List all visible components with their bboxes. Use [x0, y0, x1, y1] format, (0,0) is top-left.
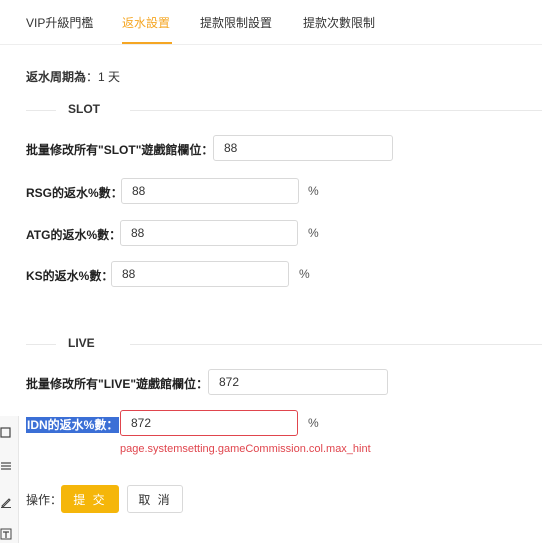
pen-icon[interactable]	[0, 496, 14, 510]
atg-rebate-input[interactable]	[120, 220, 298, 246]
slot-batch-label: 批量修改所有"SLOT"遊戲館欄位：	[26, 143, 214, 157]
slot-section-divider: SLOT	[26, 102, 542, 118]
slot-batch-row: 批量修改所有"SLOT"遊戲館欄位：	[26, 135, 396, 161]
tab-rebate-settings[interactable]: 返水設置	[122, 14, 170, 31]
tab-withdrawal-limit[interactable]: 提款限制設置	[200, 14, 272, 31]
text-icon[interactable]	[0, 528, 14, 542]
percent-unit: %	[308, 226, 319, 240]
rsg-rebate-input[interactable]	[121, 178, 299, 204]
rebate-period-value: 1 天	[98, 70, 121, 84]
live-batch-label: 批量修改所有"LIVE"遊戲館欄位：	[26, 377, 209, 391]
tab-bar: VIP升級門檻 返水設置 提款限制設置 提款次數限制	[0, 0, 542, 45]
percent-unit: %	[308, 184, 319, 198]
divider-line	[130, 344, 542, 345]
colon: ：	[86, 70, 99, 84]
idn-label: IDN的返水%數：	[26, 416, 120, 433]
idn-row: IDN的返水%數： %	[26, 410, 326, 436]
divider-line	[26, 344, 56, 345]
rebate-period: 返水周期為：1 天	[26, 68, 120, 85]
atg-label: ATG的返水%數：	[26, 228, 122, 242]
slot-section-title: SLOT	[68, 102, 100, 116]
divider-line	[130, 110, 542, 111]
selected-text: IDN的返水%數：	[26, 417, 120, 433]
live-batch-row: 批量修改所有"LIVE"遊戲館欄位：	[26, 369, 396, 395]
percent-unit: %	[299, 267, 310, 281]
list-icon[interactable]	[0, 460, 14, 474]
tab-withdrawal-count[interactable]: 提款次數限制	[303, 14, 375, 31]
tab-vip-upgrade[interactable]: VIP升級門檻	[26, 14, 93, 31]
slot-batch-input[interactable]	[213, 135, 393, 161]
idn-error-hint: page.systemsetting.gameCommission.col.ma…	[120, 443, 371, 455]
submit-button[interactable]: 提 交	[61, 485, 119, 513]
ks-rebate-input[interactable]	[111, 261, 289, 287]
rsg-label: RSG的返水%數：	[26, 186, 123, 200]
square-icon[interactable]	[0, 427, 14, 441]
divider-line	[26, 110, 56, 111]
rsg-row: RSG的返水%數： %	[26, 178, 326, 204]
actions-label: 操作：	[26, 493, 63, 507]
live-section-divider: LIVE	[26, 336, 542, 352]
ks-label: KS的返水%數：	[26, 269, 114, 283]
floating-toolbar	[0, 416, 19, 543]
rebate-period-label: 返水周期為	[26, 70, 87, 84]
active-tab-indicator	[122, 42, 172, 44]
percent-unit: %	[308, 416, 319, 430]
ks-row: KS的返水%數： %	[26, 261, 326, 287]
atg-row: ATG的返水%數： %	[26, 220, 326, 246]
cancel-button[interactable]: 取 消	[127, 485, 183, 513]
idn-rebate-input[interactable]	[120, 410, 298, 436]
live-section-title: LIVE	[68, 336, 95, 350]
live-batch-input[interactable]	[208, 369, 388, 395]
